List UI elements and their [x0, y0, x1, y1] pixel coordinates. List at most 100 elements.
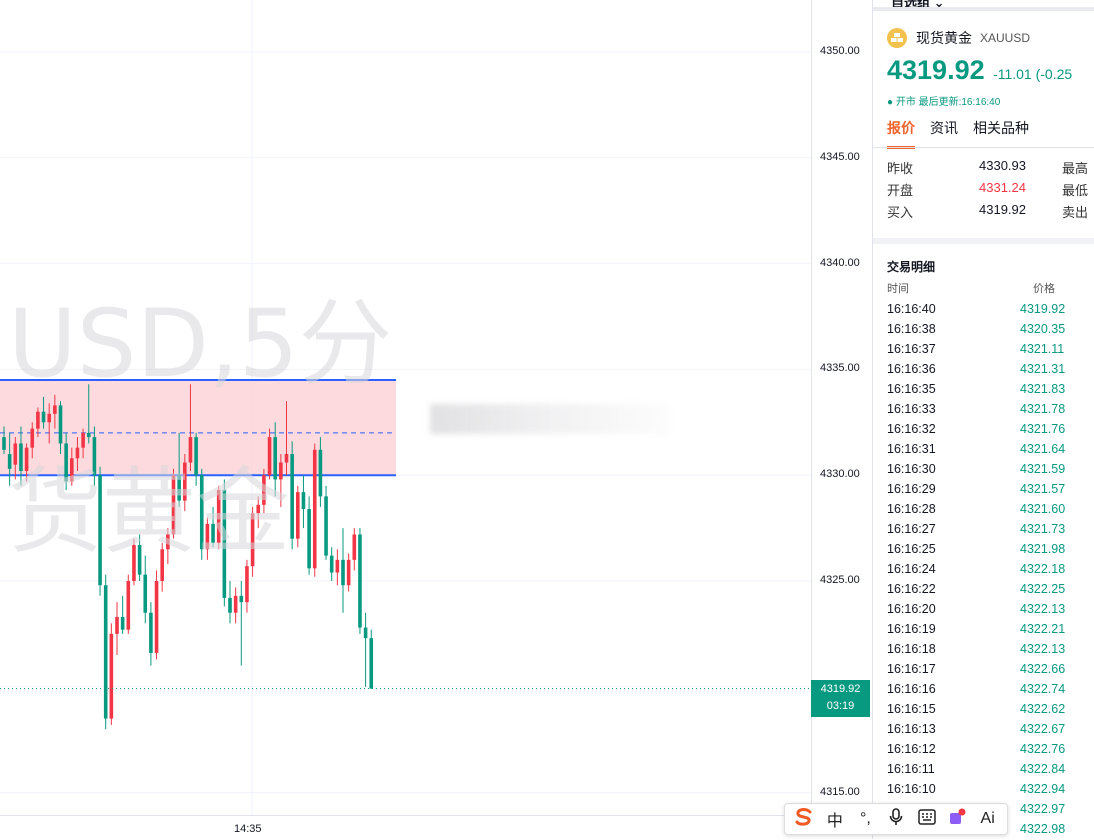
time-label: 14:35 — [234, 823, 262, 835]
trade-time: 16:16:22 — [887, 582, 936, 596]
candle-body — [109, 633, 114, 719]
time-axis[interactable]: 14:35 — [0, 815, 811, 840]
keyboard-icon[interactable] — [915, 808, 939, 830]
candle-body — [358, 534, 362, 628]
trade-price: 4321.73 — [1020, 522, 1066, 536]
trade-row: 16:16:28 4321.60 — [873, 502, 1094, 522]
candle-body — [81, 432, 85, 448]
trade-time: 16:16:38 — [887, 322, 936, 336]
candle-body — [126, 581, 131, 630]
trade-time: 16:16:20 — [887, 602, 936, 616]
candle-body — [47, 413, 51, 423]
candle-body — [205, 523, 210, 550]
trade-row: 16:16:37 4321.11 — [873, 342, 1094, 362]
trade-row: 16:16:35 4321.83 — [873, 382, 1094, 402]
candle-body — [64, 443, 68, 482]
trade-price: 4322.74 — [1020, 682, 1066, 696]
punctuation-icon[interactable]: °, — [853, 810, 877, 828]
trade-price: 4322.25 — [1020, 582, 1066, 596]
trade-row: 16:16:38 4320.35 — [873, 322, 1094, 342]
trade-time: 16:16:28 — [887, 502, 936, 516]
quote-label: 最高 — [1062, 161, 1089, 176]
blurred-tooltip — [430, 404, 670, 434]
candle-body — [70, 458, 74, 482]
trade-row: 16:16:22 4322.25 — [873, 582, 1094, 602]
candle-body — [53, 405, 57, 414]
tab-related[interactable]: 相关品种 — [973, 118, 1029, 149]
candle-body — [216, 490, 221, 543]
current-price-label: 4319.92 03:19 — [811, 680, 870, 717]
trade-price: 4322.13 — [1020, 642, 1066, 656]
price-tick-label: 4325.00 — [820, 574, 860, 586]
tab-news[interactable]: 资讯 — [930, 118, 958, 149]
trade-price: 4322.13 — [1020, 602, 1066, 616]
candle-body — [245, 566, 249, 603]
trade-row: 16:16:11 4322.84 — [873, 762, 1094, 782]
candle-body — [199, 475, 204, 550]
quote-row: 买入 4319.92 卖出 — [887, 202, 1094, 222]
candle-body — [154, 581, 159, 653]
trades-col-price: 价格 — [1033, 283, 1055, 295]
candlestick-chart[interactable] — [0, 0, 811, 815]
price-change: -11.01 (-0.25 — [993, 66, 1073, 82]
market-status: ● 开市 最后更新:16:16:40 — [887, 97, 1001, 108]
price-tick-label: 4350.00 — [820, 45, 860, 57]
trade-row: 16:16:12 4322.76 — [873, 742, 1094, 762]
divider — [873, 147, 1094, 148]
candle-body — [369, 638, 374, 689]
trade-price: 4321.98 — [1020, 542, 1066, 556]
trade-row: 16:16:15 4322.62 — [873, 702, 1094, 722]
trade-row: 16:16:27 4321.73 — [873, 522, 1094, 542]
candle-body — [267, 437, 272, 476]
price-tick-label: 4345.00 — [820, 150, 860, 163]
candle-body — [194, 437, 198, 476]
candle-body — [166, 534, 170, 550]
trade-time: 16:16:10 — [887, 782, 936, 796]
quote-label: 买入 — [887, 205, 914, 220]
candle-body — [233, 595, 238, 613]
candle-body — [363, 627, 368, 639]
trade-time: 16:16:36 — [887, 362, 936, 376]
candle-body — [312, 449, 317, 569]
trade-price: 4321.57 — [1020, 482, 1066, 496]
trade-price: 4320.35 — [1020, 322, 1066, 336]
candle-body — [324, 496, 328, 556]
trade-price: 4321.64 — [1020, 442, 1066, 456]
skin-icon[interactable] — [945, 808, 969, 831]
ime-toolbar: 中 °, Ai — [784, 803, 1008, 835]
tab-quote[interactable]: 报价 — [887, 118, 915, 149]
trade-time: 16:16:30 — [887, 462, 936, 476]
trade-row: 16:16:19 4322.21 — [873, 622, 1094, 642]
candle-body — [341, 559, 345, 586]
trade-time: 16:16:33 — [887, 402, 936, 416]
candle-body — [250, 513, 255, 567]
trade-price: 4322.67 — [1020, 722, 1066, 736]
chinese-mode-toggle[interactable]: 中 — [823, 807, 847, 831]
microphone-icon[interactable] — [884, 807, 908, 831]
candle-body — [98, 475, 102, 586]
trade-price: 4321.11 — [1020, 342, 1065, 356]
symbol-code: XAUUSD — [980, 31, 1031, 45]
candle-body — [92, 437, 97, 476]
trade-time: 16:16:29 — [887, 482, 936, 496]
candle-body — [290, 454, 294, 539]
symbol-row[interactable]: 现货黄金 XAUUSD — [887, 28, 1030, 48]
trade-price: 4322.62 — [1020, 702, 1066, 716]
trade-row: 16:16:17 4322.66 — [873, 662, 1094, 682]
candle-body — [335, 559, 340, 573]
trades-col-time: 时间 — [887, 283, 909, 295]
trade-price: 4322.94 — [1020, 782, 1066, 796]
panel-tabs: 报价 资讯 相关品种 — [887, 118, 1029, 149]
trade-time: 16:16:18 — [887, 642, 936, 656]
trade-price: 4321.60 — [1020, 502, 1066, 516]
ai-assistant-button[interactable]: Ai — [976, 810, 1000, 828]
trade-row: 16:16:33 4321.78 — [873, 402, 1094, 422]
current-price-value: 4319.92 — [820, 683, 861, 695]
chart-area[interactable]: USD,5分 货黄金 — [0, 0, 811, 815]
trade-price: 4322.97 — [1020, 802, 1066, 816]
trade-price: 4322.18 — [1020, 562, 1066, 576]
candle-body — [103, 585, 108, 719]
trade-time: 16:16:27 — [887, 522, 936, 536]
candle-body — [86, 432, 91, 438]
sogou-logo-icon[interactable] — [792, 807, 816, 831]
